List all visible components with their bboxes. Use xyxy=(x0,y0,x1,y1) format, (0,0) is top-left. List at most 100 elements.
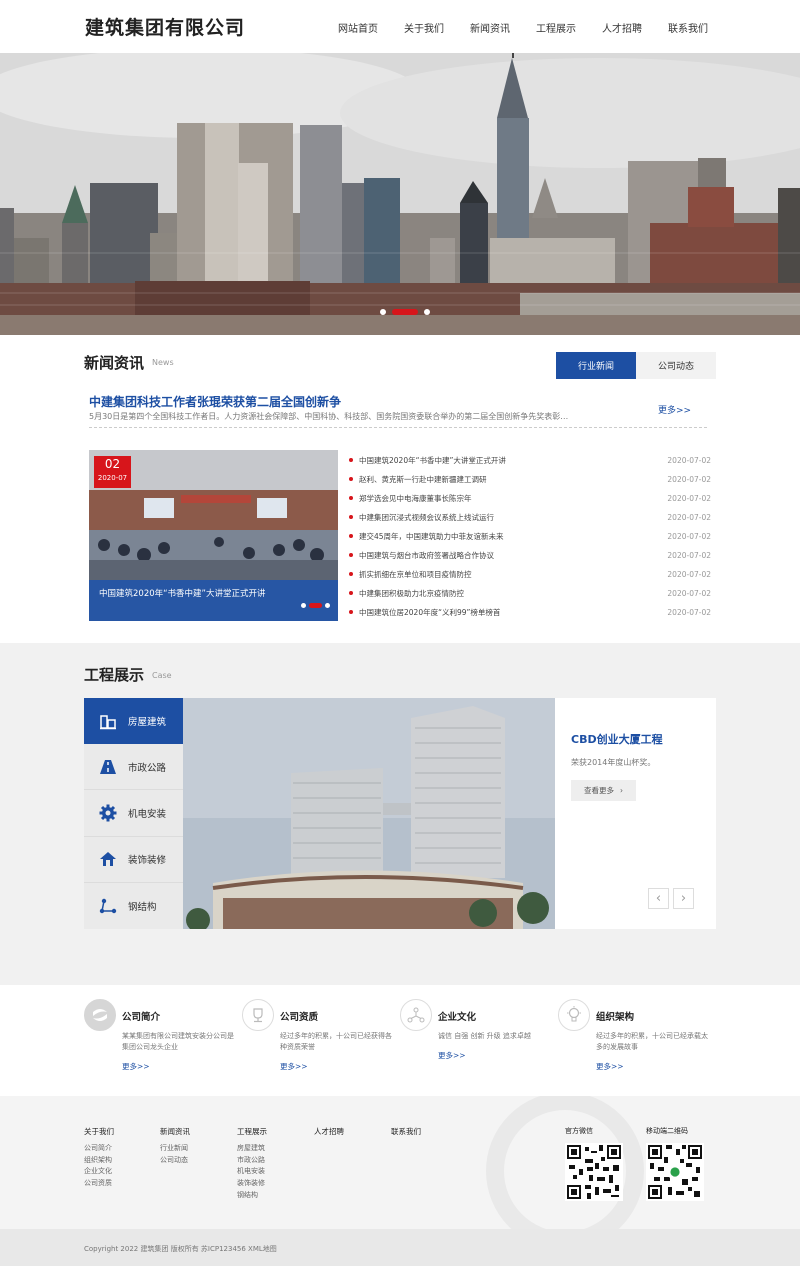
nav-home[interactable]: 网站首页 xyxy=(338,20,378,35)
network-icon xyxy=(400,999,432,1031)
news-item-title[interactable]: 中建集团沉浸式视频会议系统上线试运行 xyxy=(349,512,494,523)
case-menu-decoration[interactable]: 装饰装修 xyxy=(84,837,183,883)
banner-dot-1[interactable] xyxy=(380,309,386,315)
nav-contact[interactable]: 联系我们 xyxy=(668,20,708,35)
case-menu-label: 市政公路 xyxy=(128,762,167,774)
news-more-link[interactable]: 更多>> xyxy=(658,403,691,416)
city-skyline-image xyxy=(0,53,800,335)
intro-more-link[interactable]: 更多>> xyxy=(280,1061,308,1072)
footer-col-contact: 联系我们 xyxy=(391,1126,421,1143)
news-headline-desc: 5月30日是第四个全国科技工作者日。人力资源社会保障部、中国科协、科技部、国务院… xyxy=(89,412,569,421)
feature-date-badge: 02 2020-07 xyxy=(94,456,131,488)
case-project-desc: 荣获2014年度山杯奖。 xyxy=(571,758,656,767)
footer-col-title[interactable]: 关于我们 xyxy=(84,1126,114,1137)
footer-col-jobs: 人才招聘 xyxy=(314,1126,344,1143)
feature-dot-active[interactable] xyxy=(309,603,322,608)
footer-col-title[interactable]: 新闻资讯 xyxy=(160,1126,190,1137)
nav-cases[interactable]: 工程展示 xyxy=(536,20,576,35)
news-item[interactable]: 中建集团积极助力北京疫情防控 2020-07-02 xyxy=(349,584,711,603)
case-menu-label: 钢结构 xyxy=(128,901,157,913)
news-item-title[interactable]: 建交45周年，中国建筑助力中菲友谊新未来 xyxy=(349,531,504,542)
footer-link[interactable]: 市政公路 xyxy=(237,1155,267,1167)
chevron-left-icon: ‹ xyxy=(655,891,662,906)
lightbulb-icon xyxy=(558,999,590,1031)
intro-profile: 公司简介 某某集团有限公司建筑安装分公司是集团公司龙头企业 更多>> xyxy=(84,999,242,1079)
next-arrow-button[interactable]: › xyxy=(673,888,694,909)
case-menu-steel[interactable]: 钢结构 xyxy=(84,883,183,929)
news-item-title[interactable]: 抓实抓细在京单位和项目疫情防控 xyxy=(349,569,472,580)
intro-desc: 某某集团有限公司建筑安装分公司是集团公司龙头企业 xyxy=(122,1032,234,1051)
news-feature-card[interactable]: 02 2020-07 中国建筑2020年“书香中建”大讲堂正式开讲 xyxy=(89,450,338,621)
news-item-title[interactable]: 郑学选会见中电海康董事长陈宗年 xyxy=(349,493,472,504)
intro-qualification: 公司资质 经过多年的积累，十公司已经获得各种资质荣誉 更多>> xyxy=(242,999,400,1079)
site-logo[interactable]: 建筑集团有限公司 xyxy=(85,13,245,40)
feature-dot[interactable] xyxy=(325,603,330,608)
case-menu-building[interactable]: 房屋建筑 xyxy=(84,698,183,745)
news-item[interactable]: 中国建筑2020年“书香中建”大讲堂正式开讲 2020-07-02 xyxy=(349,451,711,470)
intro-desc: 经过多年的积累，十公司已经获得各种资质荣誉 xyxy=(280,1032,392,1051)
banner-dot-3[interactable] xyxy=(424,309,430,315)
footer-link[interactable]: 机电安装 xyxy=(237,1166,267,1178)
building-photo xyxy=(183,698,555,929)
case-section-title: 工程展示 xyxy=(84,666,145,684)
news-item-title[interactable]: 中国建筑2020年“书香中建”大讲堂正式开讲 xyxy=(349,455,506,466)
case-project-image[interactable] xyxy=(183,698,555,929)
case-project-info: CBD创业大厦工程 荣获2014年度山杯奖。 查看更多 › ‹ › xyxy=(555,698,716,929)
intro-more-link[interactable]: 更多>> xyxy=(438,1050,466,1061)
news-section-title: 新闻资讯 xyxy=(84,354,145,372)
nav-news[interactable]: 新闻资讯 xyxy=(470,20,510,35)
intro-title: 企业文化 xyxy=(438,1012,477,1023)
news-item[interactable]: 郑学选会见中电海康董事长陈宗年 2020-07-02 xyxy=(349,489,711,508)
chevron-right-icon: › xyxy=(620,786,623,795)
footer-link[interactable]: 行业新闻 xyxy=(160,1143,190,1155)
footer-link[interactable]: 组织架构 xyxy=(84,1155,114,1167)
view-more-button[interactable]: 查看更多 › xyxy=(571,780,636,801)
news-item-title[interactable]: 中国建筑位居2020年度“义利99”榜单榜首 xyxy=(349,607,500,618)
footer-col-title[interactable]: 人才招聘 xyxy=(314,1126,344,1137)
feature-dot[interactable] xyxy=(301,603,306,608)
news-item[interactable]: 建交45周年，中国建筑助力中菲友谊新未来 2020-07-02 xyxy=(349,527,711,546)
company-logo-icon xyxy=(84,999,116,1031)
case-menu-road[interactable]: 市政公路 xyxy=(84,744,183,791)
footer-link[interactable]: 房屋建筑 xyxy=(237,1143,267,1155)
news-item[interactable]: 中国建筑与烟台市政府签署战略合作协议 2020-07-02 xyxy=(349,546,711,565)
footer-link[interactable]: 企业文化 xyxy=(84,1166,114,1178)
news-headline[interactable]: 中建集团科技工作者张琨荣获第二届全国创新争 xyxy=(89,393,341,410)
nav-jobs[interactable]: 人才招聘 xyxy=(602,20,642,35)
news-item-title[interactable]: 中建集团积极助力北京疫情防控 xyxy=(349,588,464,599)
intro-title: 组织架构 xyxy=(596,1012,635,1023)
road-icon xyxy=(98,757,118,777)
prev-arrow-button[interactable]: ‹ xyxy=(648,888,669,909)
news-item[interactable]: 抓实抓细在京单位和项目疫情防控 2020-07-02 xyxy=(349,565,711,584)
news-item-title[interactable]: 赵利、黄克斯一行赴中建新疆建工调研 xyxy=(349,474,487,485)
tab-industry-news[interactable]: 行业新闻 xyxy=(556,352,636,379)
footer-link[interactable]: 公司简介 xyxy=(84,1143,114,1155)
footer-link[interactable]: 公司资质 xyxy=(84,1178,114,1190)
news-item-date: 2020-07-02 xyxy=(667,551,711,560)
footer-col-title[interactable]: 工程展示 xyxy=(237,1126,267,1137)
qr-label-mobile: 移动端二维码 xyxy=(646,1127,688,1135)
news-item[interactable]: 赵利、黄克斯一行赴中建新疆建工调研 2020-07-02 xyxy=(349,470,711,489)
case-project-name[interactable]: CBD创业大厦工程 xyxy=(571,731,663,747)
site-footer: 关于我们 公司简介 组织架构 企业文化 公司资质 新闻资讯 行业新闻 公司动态 … xyxy=(0,1096,800,1229)
qr-code-image xyxy=(646,1143,704,1201)
footer-link[interactable]: 钢结构 xyxy=(237,1190,267,1202)
footer-link[interactable]: 公司动态 xyxy=(160,1155,190,1167)
news-item[interactable]: 中国建筑位居2020年度“义利99”榜单榜首 2020-07-02 xyxy=(349,603,711,622)
news-item-date: 2020-07-02 xyxy=(667,494,711,503)
tab-company-news[interactable]: 公司动态 xyxy=(636,352,716,379)
news-item[interactable]: 中建集团沉浸式视频会议系统上线试运行 2020-07-02 xyxy=(349,508,711,527)
feature-caption: 中国建筑2020年“书香中建”大讲堂正式开讲 xyxy=(89,580,338,621)
footer-col-title[interactable]: 联系我们 xyxy=(391,1126,421,1137)
news-item-title[interactable]: 中国建筑与烟台市政府签署战略合作协议 xyxy=(349,550,494,561)
house-icon xyxy=(98,849,118,869)
intro-title: 公司资质 xyxy=(280,1012,319,1023)
news-item-date: 2020-07-02 xyxy=(667,475,711,484)
intro-more-link[interactable]: 更多>> xyxy=(596,1061,624,1072)
intro-more-link[interactable]: 更多>> xyxy=(122,1061,150,1072)
footer-link[interactable]: 装饰装修 xyxy=(237,1178,267,1190)
nav-about[interactable]: 关于我们 xyxy=(404,20,444,35)
banner-dot-2[interactable] xyxy=(392,309,418,315)
case-menu-mechanical[interactable]: 机电安装 xyxy=(84,790,183,837)
intro-desc: 诚信 自强 创新 升级 追求卓越 xyxy=(438,1032,531,1040)
